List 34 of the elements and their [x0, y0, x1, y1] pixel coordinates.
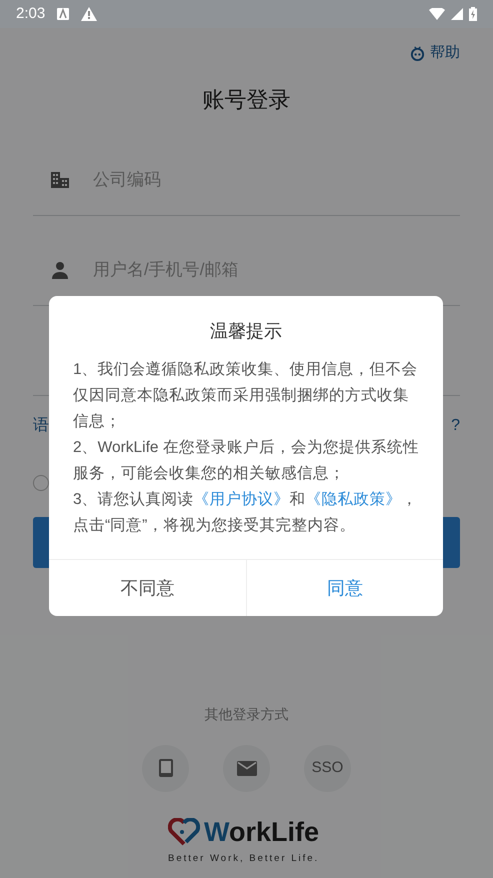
dialog-title: 温馨提示 [209, 320, 283, 343]
dialog-paragraph: 3、请您认真阅读《用户协议》和《隐私政策》，点击“同意”，将视为您接受其完整内容。 [73, 490, 419, 536]
mail-icon [236, 760, 256, 776]
notification-icon [57, 8, 70, 20]
dialog-button[interactable]: 同意 [246, 560, 443, 616]
input-field[interactable]: 公司编码 [33, 126, 460, 216]
help-button[interactable]: 帮助 [410, 42, 460, 64]
dialog-paragraph: 1、我们会遵循隐私政策收集、使用信息，但不会仅因同意本隐私政策而采用强制捆绑的方式收集信息； [73, 360, 419, 432]
other-login-label: 其他登录方式 [204, 704, 288, 724]
forgot-password-link[interactable]: ? [451, 414, 460, 438]
status-time: 2:03 [16, 4, 46, 24]
wifi-icon [429, 8, 445, 20]
robot-icon [410, 46, 425, 61]
privacy-policy-link[interactable]: 《隐私政策》 [306, 491, 402, 508]
warning-icon [81, 7, 98, 21]
building-icon [51, 172, 69, 188]
login-option-button[interactable] [142, 744, 189, 792]
logo-wordmark: WorkLife [204, 816, 320, 848]
heart-logo-icon [168, 818, 200, 846]
login-option-button[interactable]: SSO [304, 744, 351, 792]
user-agreement-link[interactable]: 《用户协议》 [194, 491, 290, 508]
dialog-button[interactable]: 不同意 [49, 560, 246, 616]
field-placeholder: 公司编码 [93, 169, 161, 192]
login-option-button[interactable] [223, 744, 270, 792]
sso-label: SSO [312, 758, 344, 778]
tablet-icon [158, 758, 174, 778]
person-icon [51, 261, 69, 279]
language-link[interactable]: 语 [33, 414, 49, 438]
page-title: 账号登录 [202, 86, 290, 114]
signal-icon [451, 8, 463, 20]
dialog-paragraph: 2、WorkLife 在您登录账户后，会为您提供系统性服务，可能会收集您的相关敏感信息； [73, 438, 419, 484]
field-placeholder: 用户名/手机号/邮箱 [93, 259, 238, 282]
battery-icon [469, 7, 477, 21]
logo-tagline: Better Work, Better Life. [168, 852, 320, 866]
